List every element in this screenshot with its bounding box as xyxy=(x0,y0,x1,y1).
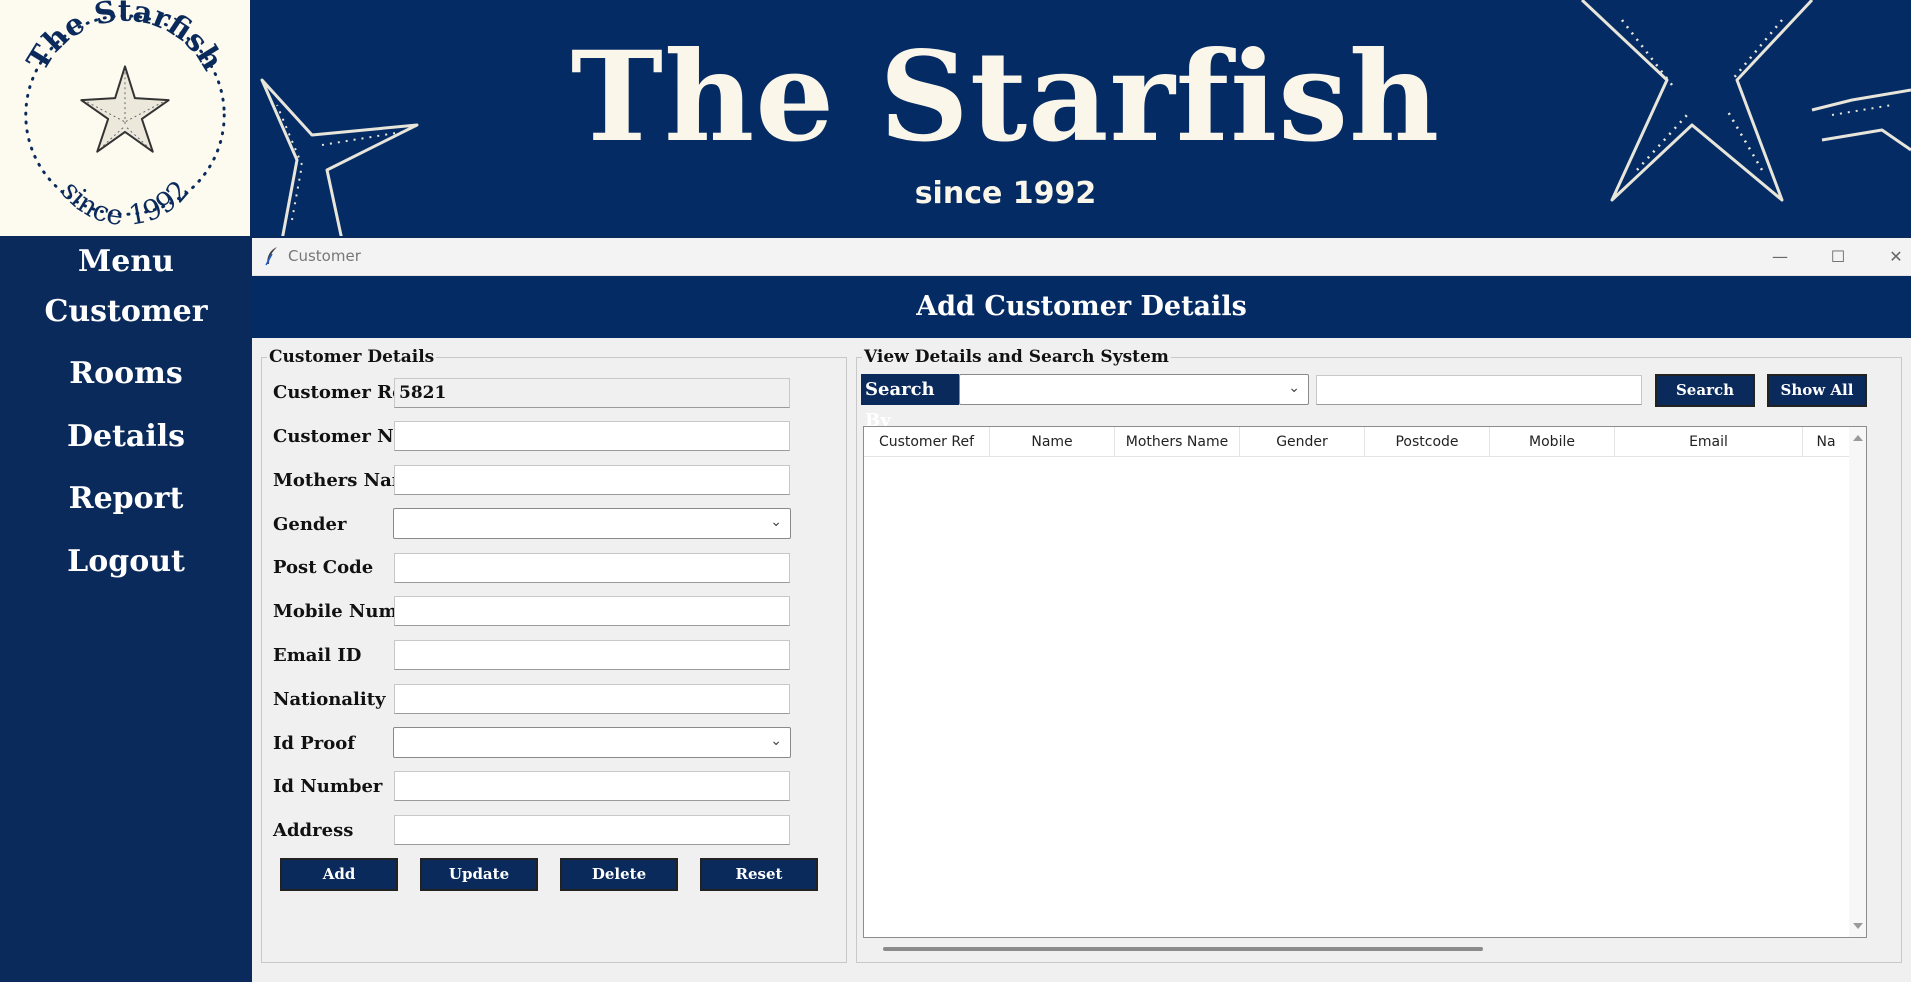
nationality-label: Nationality xyxy=(273,689,386,710)
logo-text-top: The Starfish xyxy=(20,0,229,77)
page-header: Add Customer Details xyxy=(252,276,1911,338)
search-input[interactable] xyxy=(1316,375,1642,405)
minimize-button[interactable]: — xyxy=(1766,244,1794,270)
maximize-button[interactable]: ☐ xyxy=(1824,244,1852,270)
vertical-scrollbar[interactable] xyxy=(1849,427,1866,937)
email-id-label: Email ID xyxy=(273,645,362,666)
scrollbar-arrows xyxy=(1853,435,1863,929)
reset-button[interactable]: Reset xyxy=(700,858,818,891)
add-button[interactable]: Add xyxy=(280,858,398,891)
banner-subtitle: since 1992 xyxy=(914,176,1097,211)
horizontal-scrollbar-thumb[interactable] xyxy=(883,947,1483,951)
search-system-legend: View Details and Search System xyxy=(862,347,1171,367)
column-header-customer-ref[interactable]: Customer Ref xyxy=(864,427,990,457)
triangle-down-icon xyxy=(1853,923,1863,929)
mobile-number-input[interactable] xyxy=(394,596,790,626)
window-titlebar[interactable]: Customer — ☐ ✕ xyxy=(252,238,1911,276)
sidebar-item-logout[interactable]: Logout xyxy=(0,544,252,579)
id-number-input[interactable] xyxy=(394,771,790,801)
nationality-input[interactable] xyxy=(394,684,790,714)
chevron-down-icon: ⌄ xyxy=(1288,380,1300,396)
sidebar-heading: Menu xyxy=(78,244,174,279)
search-system-group: View Details and Search System Search By… xyxy=(856,348,1902,963)
chevron-down-icon: ⌄ xyxy=(770,514,782,530)
customer-ref-label: Customer Ref xyxy=(273,382,412,403)
update-button[interactable]: Update xyxy=(420,858,538,891)
customer-table[interactable]: Customer Ref Name Mothers Name Gender Po… xyxy=(863,426,1867,938)
id-proof-combobox[interactable]: ⌄ xyxy=(393,727,791,758)
feather-icon xyxy=(265,247,277,266)
gender-label: Gender xyxy=(273,514,347,535)
table-header: Customer Ref Name Mothers Name Gender Po… xyxy=(864,427,1866,457)
address-label: Address xyxy=(273,820,354,841)
sidebar-item-report[interactable]: Report xyxy=(0,481,252,516)
banner: The Starfish since 1992 xyxy=(252,0,1911,236)
column-header-nationality[interactable]: Na xyxy=(1803,427,1849,457)
customer-name-input[interactable] xyxy=(394,421,790,451)
close-button[interactable]: ✕ xyxy=(1882,244,1910,270)
customer-window: Customer — ☐ ✕ Add Customer Details Cust… xyxy=(252,238,1911,982)
page-title: Add Customer Details xyxy=(916,291,1247,322)
email-id-input[interactable] xyxy=(394,640,790,670)
mothers-name-input[interactable] xyxy=(394,465,790,495)
search-by-combobox[interactable]: ⌄ xyxy=(959,374,1309,405)
sidebar-item-rooms[interactable]: Rooms xyxy=(0,356,252,391)
search-button[interactable]: Search xyxy=(1655,374,1755,407)
starfish-logo-icon: The Starfish since 1992 xyxy=(20,0,229,232)
sidebar-item-details[interactable]: Details xyxy=(0,419,252,454)
search-by-label: Search By xyxy=(861,374,959,431)
id-proof-label: Id Proof xyxy=(273,733,356,754)
sidebar-item-customer[interactable]: Customer xyxy=(0,294,252,329)
post-code-label: Post Code xyxy=(273,557,374,578)
address-input[interactable] xyxy=(394,815,790,845)
id-number-label: Id Number xyxy=(273,776,383,797)
svg-text:since 1992: since 1992 xyxy=(54,174,195,232)
customer-details-group: Customer Details Customer Ref 5821 Custo… xyxy=(261,348,847,963)
window-title: Customer xyxy=(288,247,361,265)
column-header-name[interactable]: Name xyxy=(990,427,1115,457)
post-code-input[interactable] xyxy=(394,553,790,583)
column-header-email[interactable]: Email xyxy=(1615,427,1803,457)
customer-details-legend: Customer Details xyxy=(267,347,437,367)
column-header-mothers-name[interactable]: Mothers Name xyxy=(1115,427,1240,457)
logo: The Starfish since 1992 xyxy=(0,0,252,236)
chevron-down-icon: ⌄ xyxy=(770,733,782,749)
triangle-up-icon xyxy=(1853,435,1863,441)
banner-title: The Starfish xyxy=(570,25,1441,170)
svg-text:The Starfish: The Starfish xyxy=(20,0,229,77)
gender-combobox[interactable]: ⌄ xyxy=(393,508,791,539)
logo-text-bottom: since 1992 xyxy=(54,174,195,232)
sidebar: Menu Customer Rooms Details Report Logou… xyxy=(0,236,252,982)
column-header-gender[interactable]: Gender xyxy=(1240,427,1365,457)
show-all-button[interactable]: Show All xyxy=(1767,374,1867,407)
customer-ref-field: 5821 xyxy=(394,378,790,408)
delete-button[interactable]: Delete xyxy=(560,858,678,891)
column-header-postcode[interactable]: Postcode xyxy=(1365,427,1490,457)
column-header-mobile[interactable]: Mobile xyxy=(1490,427,1615,457)
